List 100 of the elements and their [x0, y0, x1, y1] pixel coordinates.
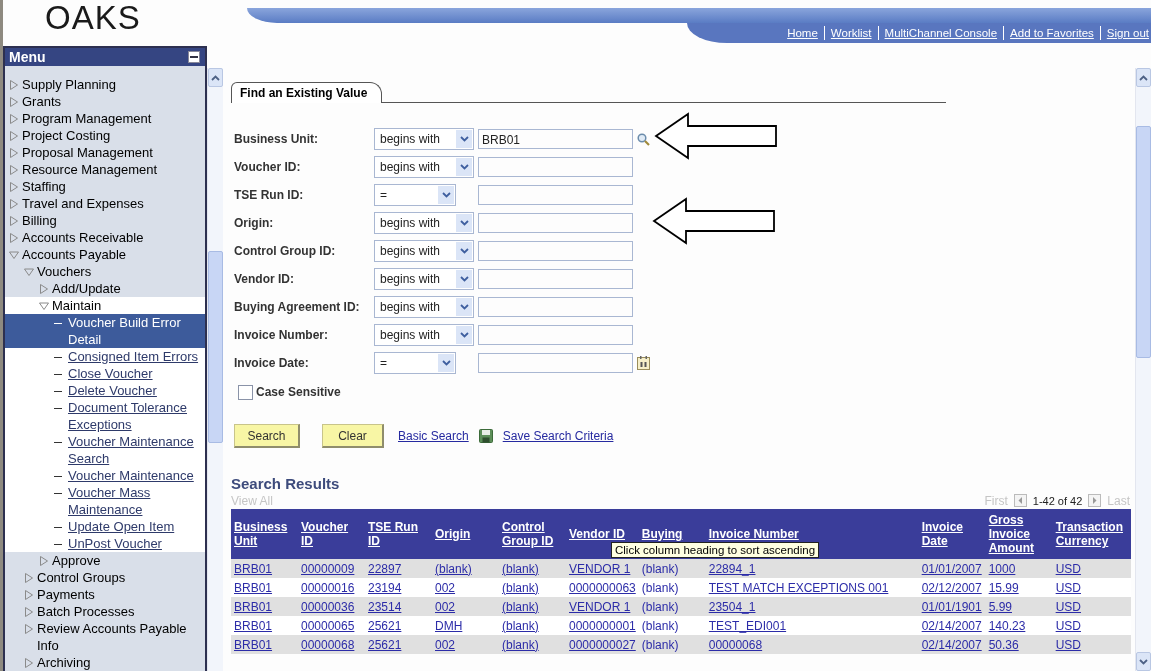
column-header[interactable]: Invoice Number — [708, 527, 799, 541]
menu-item[interactable]: Supply Planning — [5, 76, 205, 93]
input-field[interactable] — [478, 297, 633, 317]
menu-item[interactable]: Grants — [5, 93, 205, 110]
table-cell[interactable]: 50.36 — [985, 635, 1053, 654]
table-cell[interactable]: USD — [1052, 578, 1131, 597]
table-cell[interactable]: (blank) — [499, 635, 566, 654]
menu-item[interactable]: Resource Management — [5, 161, 205, 178]
operator-dropdown[interactable]: begins with — [374, 128, 474, 150]
header-link[interactable]: MultiChannel Console — [884, 27, 998, 39]
table-cell[interactable]: 00000036 — [298, 597, 365, 616]
search-icon[interactable] — [637, 132, 650, 146]
scroll-up-button[interactable] — [208, 68, 223, 87]
column-header[interactable]: Vendor ID — [569, 527, 625, 541]
column-header[interactable]: Control Group ID — [502, 520, 558, 548]
table-cell[interactable]: 23194 — [365, 578, 432, 597]
table-cell[interactable]: 0000000027 — [566, 635, 639, 654]
form-link[interactable]: Basic Search — [398, 429, 469, 443]
table-cell[interactable]: 23504_1 — [705, 597, 919, 616]
table-cell[interactable]: BRB01 — [231, 597, 298, 616]
table-cell[interactable]: DMH — [432, 616, 499, 635]
input-field[interactable]: BRB01 — [478, 129, 633, 149]
table-cell[interactable]: TEST MATCH EXCEPTIONS 001 — [705, 578, 919, 597]
previous-icon[interactable] — [1013, 494, 1027, 507]
menu-item[interactable]: Payments — [5, 586, 205, 603]
table-cell[interactable]: 22894_1 — [705, 559, 919, 578]
table-cell[interactable]: BRB01 — [231, 616, 298, 635]
operator-dropdown[interactable]: begins with — [374, 240, 474, 262]
menu-item[interactable]: Vouchers — [5, 263, 205, 280]
form-button[interactable]: Clear — [322, 424, 384, 448]
column-header[interactable]: Voucher ID — [301, 520, 357, 548]
table-cell[interactable]: 02/14/2007 — [918, 635, 986, 654]
table-cell[interactable]: 00000016 — [298, 578, 365, 597]
menu-item[interactable]: Program Management — [5, 110, 205, 127]
scroll-thumb[interactable] — [208, 251, 223, 443]
table-cell[interactable]: 0000000063 — [566, 578, 639, 597]
menu-item[interactable]: Travel and Expenses — [5, 195, 205, 212]
column-header[interactable]: Transaction Currency — [1055, 520, 1123, 548]
table-cell[interactable]: BRB01 — [231, 635, 298, 654]
operator-dropdown[interactable]: = — [374, 352, 456, 374]
table-cell[interactable]: (blank) — [432, 559, 499, 578]
menu-item[interactable]: Accounts Payable — [5, 246, 205, 263]
menu-item[interactable]: Update Open Item — [5, 518, 205, 535]
column-header[interactable]: Gross Invoice Amount — [988, 513, 1045, 555]
scroll-thumb[interactable] — [1136, 126, 1151, 358]
menu-item[interactable]: Voucher Maintenance Search — [5, 433, 205, 467]
table-cell[interactable]: 00000065 — [298, 616, 365, 635]
input-field[interactable] — [478, 185, 633, 205]
menu-item[interactable]: UnPost Voucher — [5, 535, 205, 552]
table-cell[interactable]: TEST_EDI001 — [705, 616, 919, 635]
table-cell[interactable]: BRB01 — [231, 578, 298, 597]
input-field[interactable] — [478, 269, 633, 289]
table-cell[interactable]: 5.99 — [985, 597, 1053, 616]
table-cell[interactable]: VENDOR 1 — [566, 597, 639, 616]
input-field[interactable] — [478, 157, 633, 177]
header-link[interactable]: Worklist — [830, 27, 872, 39]
input-field[interactable] — [478, 353, 633, 373]
header-link[interactable]: Sign out — [1106, 27, 1149, 39]
menu-item[interactable]: Delete Voucher — [5, 382, 205, 399]
operator-dropdown[interactable]: begins with — [374, 324, 474, 346]
table-cell[interactable]: 23514 — [365, 597, 432, 616]
column-header[interactable]: Business Unit — [234, 520, 290, 548]
menu-item[interactable]: Staffing — [5, 178, 205, 195]
table-cell[interactable]: 25621 — [365, 616, 432, 635]
table-cell[interactable]: 002 — [432, 597, 499, 616]
menu-item[interactable]: Approve — [5, 552, 205, 569]
table-cell[interactable]: 002 — [432, 635, 499, 654]
menu-item[interactable]: Voucher Mass Maintenance — [5, 484, 205, 518]
checkbox[interactable] — [238, 384, 253, 400]
table-cell[interactable]: 25621 — [365, 635, 432, 654]
menu-item[interactable]: Project Costing — [5, 127, 205, 144]
table-cell[interactable]: USD — [1052, 597, 1131, 616]
scrollbar[interactable] — [1135, 68, 1151, 671]
form-button[interactable]: Search — [234, 424, 300, 448]
menu-item[interactable]: Consigned Item Errors — [5, 348, 205, 365]
operator-dropdown[interactable]: begins with — [374, 212, 474, 234]
column-header[interactable]: Buying — [641, 527, 683, 541]
table-cell[interactable]: 15.99 — [985, 578, 1053, 597]
table-cell[interactable]: VENDOR 1 — [566, 559, 639, 578]
table-cell[interactable]: 1000 — [985, 559, 1053, 578]
collapse-icon[interactable] — [188, 51, 200, 63]
menu-item[interactable]: Billing — [5, 212, 205, 229]
menu-item[interactable]: Maintain — [5, 297, 205, 314]
table-cell[interactable]: 02/14/2007 — [918, 616, 986, 635]
tab[interactable]: Find an Existing Value — [231, 82, 383, 103]
calendar-icon[interactable] — [637, 356, 650, 370]
column-header[interactable]: Origin — [435, 527, 471, 541]
table-cell[interactable]: USD — [1052, 559, 1131, 578]
header-link[interactable]: Home — [787, 27, 818, 39]
table-cell[interactable]: USD — [1052, 616, 1131, 635]
input-field[interactable] — [478, 241, 633, 261]
table-cell[interactable]: (blank) — [499, 559, 566, 578]
table-cell[interactable]: BRB01 — [231, 559, 298, 578]
table-cell[interactable]: 00000009 — [298, 559, 365, 578]
menu-item[interactable]: Document Tolerance Exceptions — [5, 399, 205, 433]
menu-item[interactable]: Batch Processes — [5, 603, 205, 620]
menu-item[interactable]: Voucher Build Error Detail — [5, 314, 205, 348]
table-cell[interactable]: 02/12/2007 — [918, 578, 986, 597]
table-cell[interactable]: 0000000001 — [566, 616, 639, 635]
table-cell[interactable]: 00000068 — [298, 635, 365, 654]
